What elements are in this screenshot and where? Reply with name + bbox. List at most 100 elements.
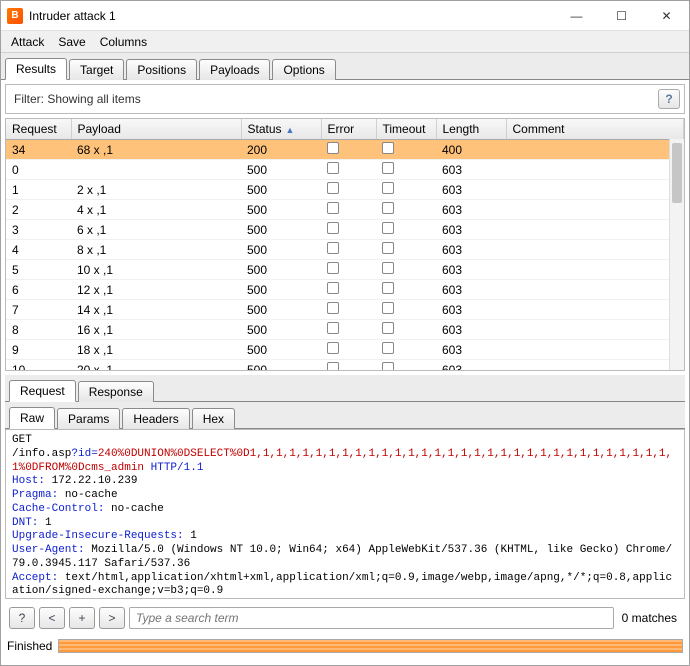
results-tbody: 3468 x ,1200400050060312 x ,150060324 x … [6,140,684,372]
cell-status: 500 [241,260,321,280]
tab-options[interactable]: Options [272,59,335,80]
view-tabs: Raw Params Headers Hex [5,402,685,429]
table-row[interactable]: 1020 x ,1500603 [6,360,684,372]
close-button[interactable]: ✕ [644,1,689,31]
tab-results[interactable]: Results [5,58,67,80]
cell-timeout [376,160,436,180]
checkbox-icon [382,262,394,274]
top-tabs: Results Target Positions Payloads Option… [1,53,689,80]
cell-request: 6 [6,280,71,300]
checkbox-icon [382,142,394,154]
filter-row: Filter: Showing all items ? [5,84,685,114]
cell-error [321,300,376,320]
search-add-button[interactable]: + [69,607,95,629]
cell-error [321,140,376,160]
cell-request: 4 [6,240,71,260]
cell-status: 500 [241,280,321,300]
search-next-button[interactable]: > [99,607,125,629]
checkbox-icon [382,222,394,234]
table-row[interactable]: 714 x ,1500603 [6,300,684,320]
tab-target[interactable]: Target [69,59,124,80]
table-row[interactable]: 12 x ,1500603 [6,180,684,200]
col-request[interactable]: Request [6,119,71,140]
cell-timeout [376,180,436,200]
tab-request[interactable]: Request [9,380,76,402]
search-input[interactable] [129,607,614,629]
col-timeout[interactable]: Timeout [376,119,436,140]
cell-request: 1 [6,180,71,200]
cell-timeout [376,140,436,160]
cell-timeout [376,360,436,372]
col-status[interactable]: Status▲ [241,119,321,140]
filter-text[interactable]: Filter: Showing all items [10,90,654,108]
table-row[interactable]: 3468 x ,1200400 [6,140,684,160]
tab-positions[interactable]: Positions [126,59,197,80]
table-row[interactable]: 918 x ,1500603 [6,340,684,360]
cell-status: 500 [241,160,321,180]
request-response-tabs: Request Response [5,375,685,402]
status-label: Finished [7,639,52,653]
cell-length: 603 [436,160,506,180]
table-row[interactable]: 510 x ,1500603 [6,260,684,280]
cell-request: 5 [6,260,71,280]
table-row[interactable]: 816 x ,1500603 [6,320,684,340]
cell-status: 500 [241,180,321,200]
raw-request-view[interactable]: GET /info.asp?id=240%0DUNION%0DSELECT%0D… [5,429,685,599]
cell-error [321,240,376,260]
cell-length: 603 [436,200,506,220]
cell-length: 603 [436,220,506,240]
menu-save[interactable]: Save [52,33,91,51]
cell-timeout [376,260,436,280]
tab-response[interactable]: Response [78,381,154,402]
cell-comment [506,360,684,372]
cell-timeout [376,220,436,240]
col-comment[interactable]: Comment [506,119,684,140]
table-row[interactable]: 0 500 603 [6,160,684,180]
checkbox-icon [327,322,339,334]
col-length[interactable]: Length [436,119,506,140]
tab-params[interactable]: Params [57,408,120,429]
cell-request: 10 [6,360,71,372]
cell-payload: 12 x ,1 [71,280,241,300]
cell-length: 603 [436,300,506,320]
cell-timeout [376,300,436,320]
table-row[interactable]: 24 x ,1500603 [6,200,684,220]
scrollbar-thumb[interactable] [672,143,682,203]
tab-payloads[interactable]: Payloads [199,59,270,80]
cell-timeout [376,280,436,300]
cell-length: 603 [436,180,506,200]
minimize-button[interactable]: — [554,1,599,31]
cell-error [321,320,376,340]
cell-status: 500 [241,300,321,320]
search-prev-button[interactable]: < [39,607,65,629]
search-matches: 0 matches [618,611,681,625]
checkbox-icon [327,302,339,314]
menu-columns[interactable]: Columns [94,33,153,51]
table-row[interactable]: 612 x ,1500603 [6,280,684,300]
maximize-button[interactable]: ☐ [599,1,644,31]
cell-comment [506,200,684,220]
cell-request: 8 [6,320,71,340]
help-button[interactable]: ? [658,89,680,109]
checkbox-icon [327,282,339,294]
results-table: Request Payload Status▲ Error Timeout Le… [6,119,684,371]
table-row[interactable]: 36 x ,1500603 [6,220,684,240]
tab-hex[interactable]: Hex [192,408,235,429]
cell-payload: 14 x ,1 [71,300,241,320]
cell-comment [506,320,684,340]
col-error[interactable]: Error [321,119,376,140]
cell-request: 0 [6,160,71,180]
checkbox-icon [327,142,339,154]
search-help-button[interactable]: ? [9,607,35,629]
cell-comment [506,220,684,240]
checkbox-icon [382,202,394,214]
table-row[interactable]: 48 x ,1500603 [6,240,684,260]
col-payload[interactable]: Payload [71,119,241,140]
tab-headers[interactable]: Headers [122,408,189,429]
cell-payload: 4 x ,1 [71,200,241,220]
tab-raw[interactable]: Raw [9,407,55,429]
menu-attack[interactable]: Attack [5,33,50,51]
cell-error [321,340,376,360]
vertical-scrollbar[interactable] [669,139,684,370]
title-bar: B Intruder attack 1 — ☐ ✕ [1,1,689,31]
